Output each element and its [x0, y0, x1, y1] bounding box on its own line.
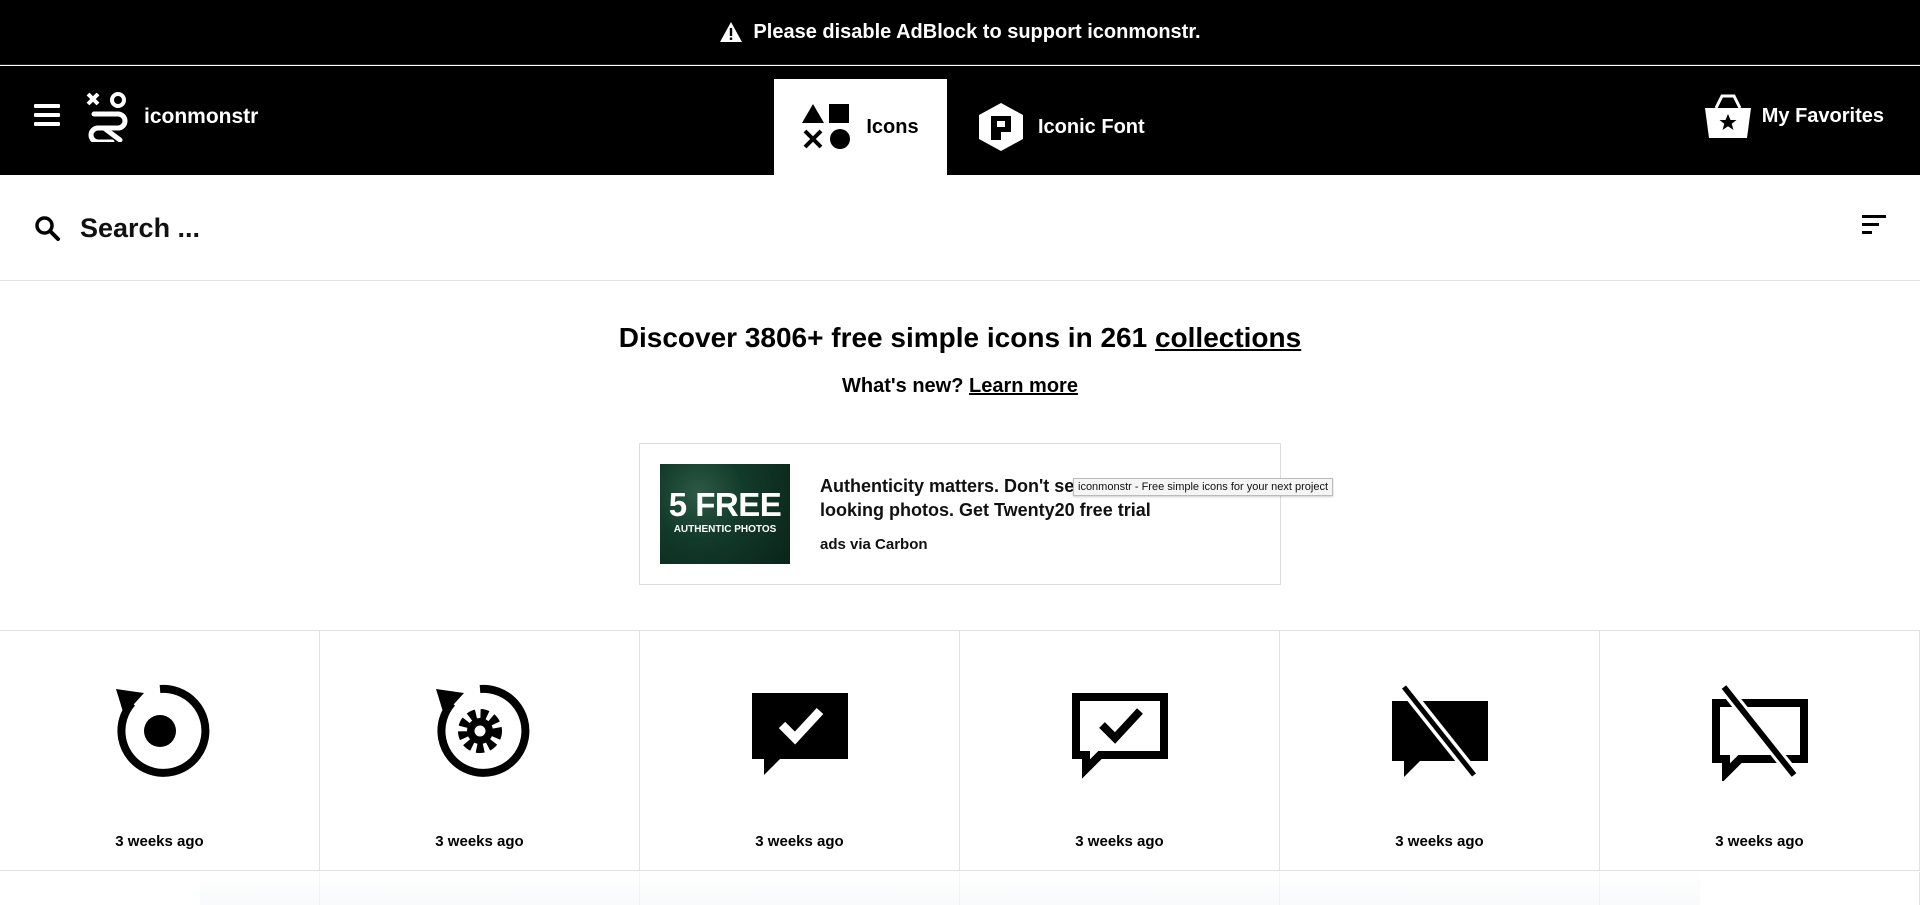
chat-off-outline-icon [1712, 683, 1808, 781]
carbon-ad: 5 FREE AUTHENTIC PHOTOS Authenticity mat… [639, 443, 1281, 585]
basket-star-icon [1704, 94, 1751, 138]
search-icon [35, 216, 60, 241]
icon-date: 3 weeks ago [1715, 833, 1804, 850]
font-hexagon-icon [979, 103, 1023, 151]
search-bar [0, 175, 1920, 281]
icon-card[interactable]: 3 weeks ago [640, 631, 960, 871]
tab-icons[interactable]: Icons [774, 79, 947, 175]
scroll-shadow [200, 871, 1700, 905]
icon-date: 3 weeks ago [755, 833, 844, 850]
search-input[interactable] [80, 205, 1780, 251]
tab-iconic-font[interactable]: Iconic Font [978, 79, 1145, 175]
banner-text: Please disable AdBlock to support iconmo… [753, 20, 1201, 43]
chat-check-filled-icon [752, 693, 848, 775]
icon-card[interactable]: 3 weeks ago [960, 631, 1280, 871]
tab-iconic-font-label: Iconic Font [1038, 115, 1145, 138]
collections-link[interactable]: collections [1155, 322, 1301, 353]
icon-grid: 3 weeks ago 3 weeks ago 3 weeks ago 3 we… [0, 630, 1920, 905]
warning-icon [720, 22, 743, 42]
iconmonstr-logo-icon [86, 92, 128, 142]
refresh-record-icon [116, 684, 210, 777]
shapes-icon [802, 104, 851, 149]
brand-logo[interactable]: iconmonstr [84, 92, 258, 142]
whats-new: What's new? Learn more [0, 375, 1920, 398]
tooltip: iconmonstr - Free simple icons for your … [1073, 478, 1334, 496]
ad-image[interactable]: 5 FREE AUTHENTIC PHOTOS [660, 464, 790, 564]
main-nav: iconmonstr Icons Iconic Font My Favorite… [0, 66, 1920, 175]
ad-image-headline: 5 FREE [668, 486, 782, 523]
brand-name: iconmonstr [144, 105, 259, 128]
icon-card[interactable]: 3 weeks ago [320, 631, 640, 871]
chat-check-outline-icon [1072, 693, 1168, 779]
adblock-banner: Please disable AdBlock to support iconmo… [0, 0, 1920, 65]
icon-date: 3 weeks ago [435, 833, 524, 850]
refresh-gear-icon [436, 684, 530, 777]
ads-via-carbon-link[interactable]: ads via Carbon [820, 536, 928, 553]
whats-new-text: What's new? [842, 375, 970, 397]
sort-icon[interactable] [1862, 215, 1886, 239]
hero-title: Discover 3806+ free simple icons in 261 … [0, 322, 1920, 354]
icon-date: 3 weeks ago [115, 833, 204, 850]
icon-card[interactable]: 3 weeks ago [0, 631, 320, 871]
hero-title-text: Discover 3806+ free simple icons in 261 [618, 322, 1155, 353]
my-favorites-label: My Favorites [1761, 104, 1884, 127]
icon-date: 3 weeks ago [1395, 833, 1484, 850]
icon-card[interactable]: 3 weeks ago [1280, 631, 1600, 871]
my-favorites-button[interactable]: My Favorites [1704, 94, 1884, 138]
chat-off-filled-icon [1392, 683, 1488, 779]
menu-icon[interactable] [34, 104, 60, 128]
learn-more-link[interactable]: Learn more [969, 375, 1078, 397]
icon-date: 3 weeks ago [1075, 833, 1164, 850]
tab-icons-label: Icons [866, 115, 919, 138]
icon-card[interactable]: 3 weeks ago [1600, 631, 1920, 871]
ad-image-subline: AUTHENTIC PHOTOS [673, 524, 777, 535]
